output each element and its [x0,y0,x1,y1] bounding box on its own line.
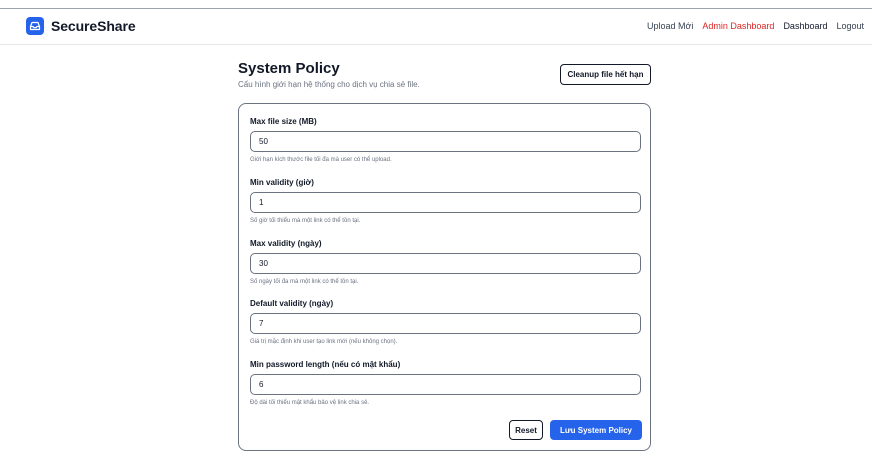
nav-upload-link[interactable]: Upload Mới [647,21,693,31]
min-validity-field: Min validity (giờ) Số giờ tối thiểu mà m… [250,177,641,225]
brand[interactable]: SecureShare [26,17,136,35]
nav-admin-dashboard-link[interactable]: Admin Dashboard [702,21,774,31]
field-help-text: Số ngày tối đa mà một link có thể tồn tạ… [250,279,359,285]
default-validity-input[interactable] [250,313,641,334]
page-subtitle: Cấu hình giới hạn hệ thống cho dịch vụ c… [238,80,420,89]
cleanup-expired-files-button[interactable]: Cleanup file hết hạn [560,64,651,85]
min-validity-input[interactable] [250,192,641,213]
nav-dashboard-link[interactable]: Dashboard [783,21,827,31]
navbar: SecureShare Upload Mới Admin Dashboard D… [0,9,872,45]
system-policy-form: Max file size (MB) Giới hạn kích thước f… [238,103,651,451]
page-title: System Policy [238,60,340,77]
reset-button[interactable]: Reset [509,420,543,440]
max-file-size-field: Max file size (MB) Giới hạn kích thước f… [250,116,641,164]
field-help-text: Giới hạn kích thước file tối đa mà user … [250,157,392,163]
field-help-text: Số giờ tối thiểu mà một link có thể tồn … [250,218,361,224]
field-label: Min validity (giờ) [250,178,314,187]
default-validity-field: Default validity (ngày) Giá trị mặc định… [250,298,641,346]
field-label: Default validity (ngày) [250,299,334,308]
field-help-text: Giá trị mặc định khi user tạo link mới (… [250,339,398,345]
nav-logout-link[interactable]: Logout [836,21,864,31]
save-system-policy-button[interactable]: Lưu System Policy [550,420,642,440]
field-label: Min password length (nếu có mật khẩu) [250,360,401,369]
max-validity-input[interactable] [250,253,641,274]
max-validity-field: Max validity (ngày) Số ngày tối đa mà mộ… [250,238,641,286]
nav-links: Upload Mới Admin Dashboard Dashboard Log… [647,21,864,31]
min-password-length-input[interactable] [250,374,641,395]
field-help-text: Độ dài tối thiểu mật khẩu bảo vệ link ch… [250,400,370,406]
inbox-tray-icon [26,17,44,35]
field-label: Max validity (ngày) [250,239,322,248]
max-file-size-input[interactable] [250,131,641,152]
min-password-length-field: Min password length (nếu có mật khẩu) Độ… [250,359,641,407]
field-label: Max file size (MB) [250,117,317,126]
app-name: SecureShare [51,18,136,34]
